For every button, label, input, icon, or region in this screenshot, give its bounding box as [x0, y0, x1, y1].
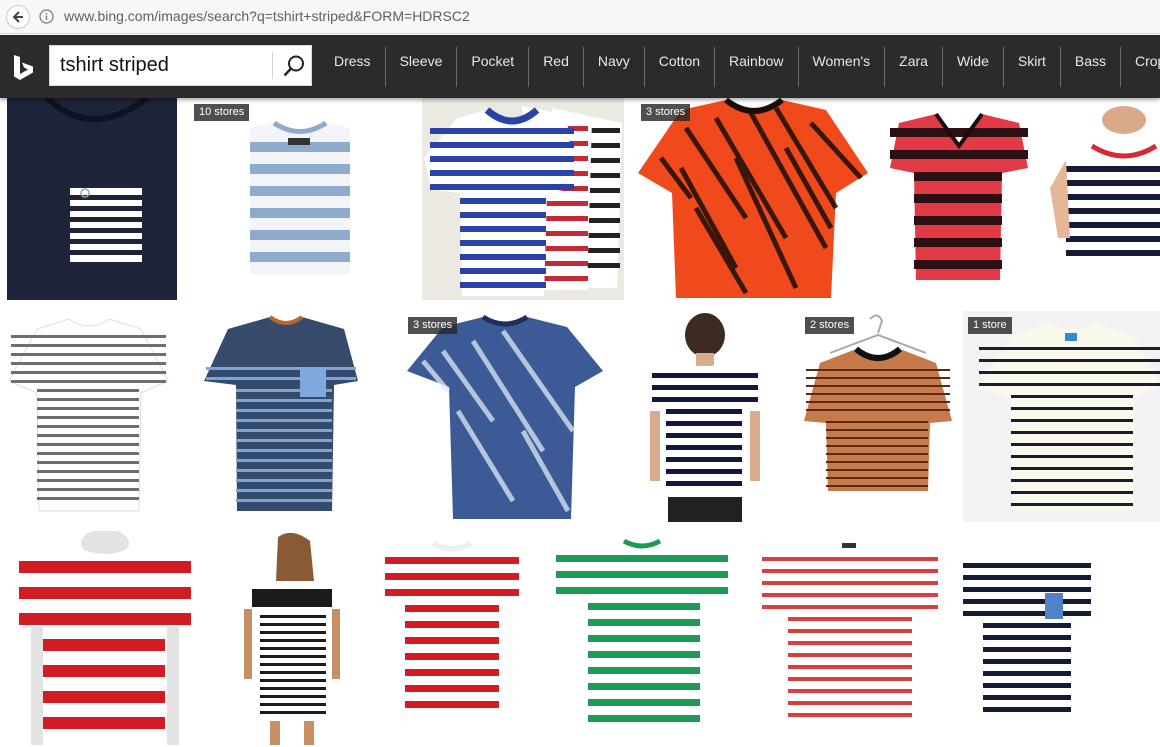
image-results-grid: 10 stores 3 stores 3 stores 2 stores 1 s…: [0, 98, 1160, 747]
result-image[interactable]: [7, 311, 170, 522]
navy-striped-pocket-tee-image: [961, 553, 1093, 717]
green-white-striped-tee-image: [554, 538, 730, 733]
man-back-navy-striped-tee-image: [650, 313, 760, 522]
refine-cotton[interactable]: Cotton: [645, 47, 716, 87]
red-thin-striped-tee-image: [758, 539, 942, 731]
bing-logo-icon[interactable]: [12, 54, 38, 82]
result-image[interactable]: 3 stores: [403, 311, 613, 522]
search-box: [49, 45, 312, 86]
result-image[interactable]: [182, 311, 390, 522]
refine-zara[interactable]: Zara: [885, 47, 943, 87]
stores-badge: 10 stores: [194, 104, 250, 121]
red-black-striped-vneck-image: [890, 112, 1028, 280]
search-button[interactable]: [277, 48, 311, 83]
navy-striped-ringer-tee-image: [1050, 106, 1160, 266]
blue-white-striped-tee-image: [250, 120, 350, 274]
result-image[interactable]: [1044, 98, 1160, 300]
result-image[interactable]: [377, 531, 527, 745]
browser-toolbar: www.bing.com/images/search?q=tshirt+stri…: [0, 0, 1160, 34]
result-image[interactable]: [884, 98, 1034, 300]
stores-badge: 1 store: [968, 317, 1012, 334]
address-bar[interactable]: www.bing.com/images/search?q=tshirt+stri…: [58, 4, 1154, 29]
back-arrow-icon: [12, 11, 23, 23]
refine-dress[interactable]: Dress: [320, 47, 386, 87]
three-striped-tees-image: [422, 98, 624, 300]
navy-blue-striped-pocket-tee-image: [204, 315, 358, 511]
refine-rainbow[interactable]: Rainbow: [715, 47, 799, 87]
orange-tiger-tie-dye-tee-image: [638, 98, 868, 298]
red-white-wide-striped-tee-mannequin-image: [17, 531, 193, 745]
stores-badge: 3 stores: [408, 317, 458, 334]
result-image[interactable]: [538, 531, 742, 745]
navy-pocket-tee-image: [7, 98, 177, 300]
search-divider: [272, 52, 273, 79]
bing-header: Dress Sleeve Pocket Red Navy Cotton Rain…: [0, 35, 1160, 98]
cream-navy-striped-tee-image: [963, 311, 1160, 522]
refine-navy[interactable]: Navy: [584, 47, 645, 87]
search-input[interactable]: [50, 46, 272, 85]
result-image[interactable]: 1 store: [963, 311, 1160, 522]
magnifier-icon: [283, 55, 304, 76]
result-image[interactable]: [214, 531, 366, 745]
result-image[interactable]: 3 stores: [636, 98, 872, 300]
result-image[interactable]: 10 stores: [189, 98, 411, 300]
result-image[interactable]: [7, 98, 177, 300]
blue-tie-dye-tee-image: [407, 314, 603, 519]
info-icon[interactable]: [39, 9, 54, 24]
refine-bass[interactable]: Bass: [1061, 47, 1121, 87]
orange-striped-tee-on-hanger-image: [804, 314, 952, 491]
grey-striped-oversized-tee-image: [8, 318, 169, 512]
striped-tshirt-dress-model-image: [244, 532, 340, 745]
related-searches-bar: Dress Sleeve Pocket Red Navy Cotton Rain…: [320, 47, 1160, 87]
stores-badge: 2 stores: [805, 317, 855, 334]
result-image[interactable]: [7, 531, 203, 745]
refine-red[interactable]: Red: [529, 47, 584, 87]
back-button[interactable]: [6, 5, 30, 29]
stores-badge: 3 stores: [641, 104, 691, 121]
refine-pocket[interactable]: Pocket: [457, 47, 530, 87]
result-image[interactable]: [754, 531, 946, 745]
refine-womens[interactable]: Women's: [799, 47, 886, 87]
refine-wide[interactable]: Wide: [943, 47, 1004, 87]
refine-sleeve[interactable]: Sleeve: [386, 47, 458, 87]
refine-cropp[interactable]: Cropp: [1121, 47, 1160, 87]
refine-skirt[interactable]: Skirt: [1004, 47, 1061, 87]
red-white-striped-tee-image: [383, 540, 521, 709]
result-image[interactable]: [957, 531, 1097, 745]
result-image[interactable]: [422, 98, 624, 300]
result-image[interactable]: 2 stores: [800, 311, 955, 522]
result-image[interactable]: [626, 311, 788, 522]
